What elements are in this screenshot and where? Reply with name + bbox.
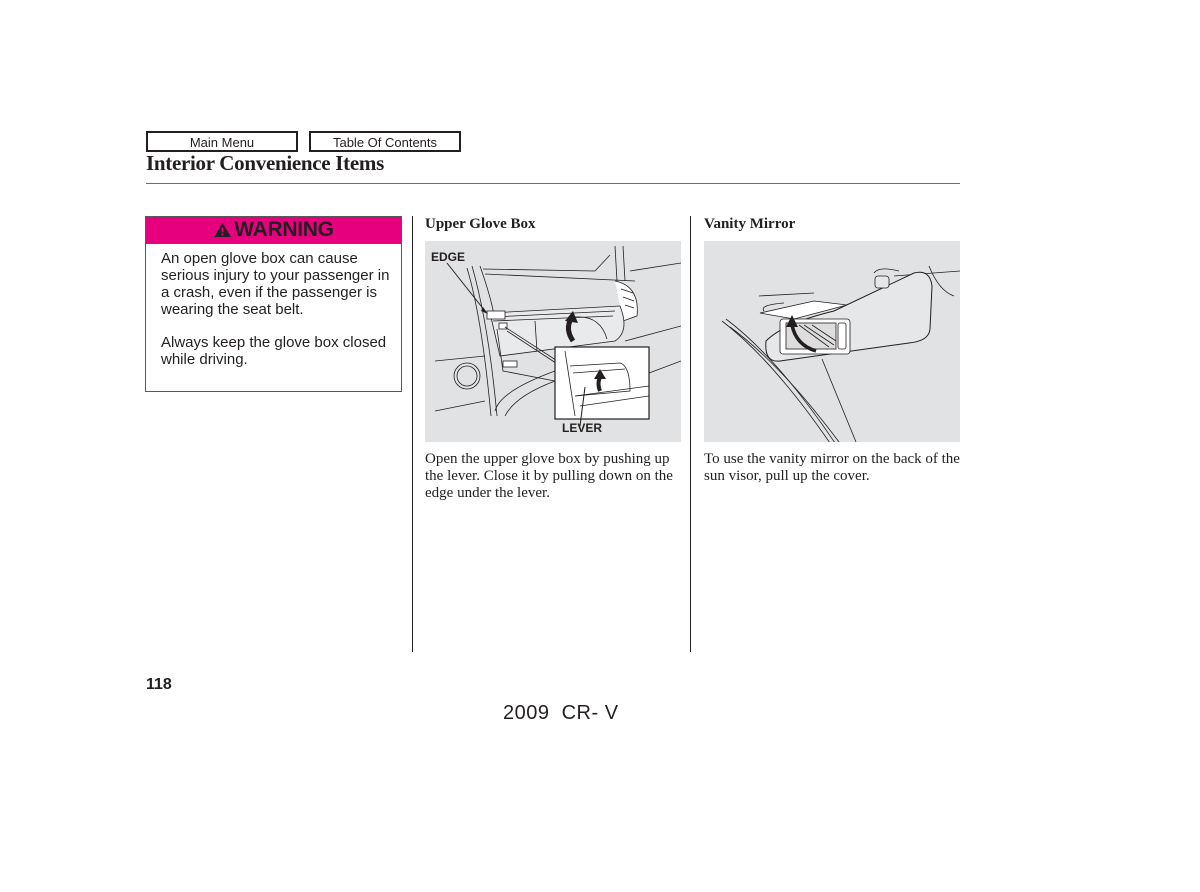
warning-header: WARNING: [146, 217, 401, 244]
footer-model-name: 2009 CR- V: [503, 702, 619, 724]
upper-glove-box-illustration: EDGE LEVER: [425, 241, 681, 442]
warning-body: An open glove box can cause serious inju…: [146, 244, 401, 368]
page-title: Interior Convenience Items: [146, 151, 384, 175]
warning-box: WARNING An open glove box can cause seri…: [145, 216, 402, 392]
main-menu-button[interactable]: Main Menu: [146, 131, 298, 152]
section-heading-vanity-mirror: Vanity Mirror: [704, 216, 796, 232]
vanity-mirror-illustration: [704, 241, 960, 442]
page-number: 118: [146, 676, 172, 693]
figure-label-lever: LEVER: [562, 421, 603, 435]
title-divider: [146, 183, 960, 184]
warning-paragraph: Always keep the glove box closed while d…: [161, 334, 387, 368]
warning-paragraph: An open glove box can cause serious inju…: [161, 250, 390, 318]
section-heading-upper-glove-box: Upper Glove Box: [425, 216, 536, 232]
column-divider: [690, 216, 691, 652]
table-of-contents-button[interactable]: Table Of Contents: [309, 131, 461, 152]
vanity-mirror-instructions: To use the vanity mirror on the back of …: [704, 451, 960, 484]
warning-triangle-icon: [214, 222, 232, 238]
upper-glove-box-instructions: Open the upper glove box by pushing up t…: [425, 451, 673, 501]
column-divider: [412, 216, 413, 652]
warning-label: WARNING: [234, 218, 334, 241]
figure-label-edge: EDGE: [431, 250, 466, 264]
